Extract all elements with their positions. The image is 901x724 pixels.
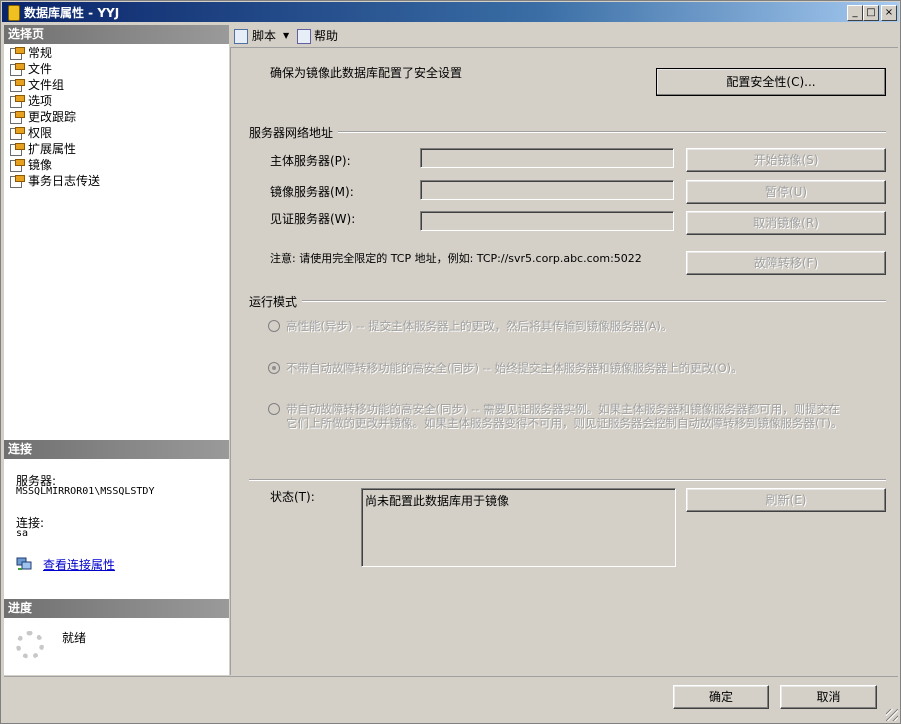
witness-server-field[interactable] bbox=[420, 211, 674, 231]
sidebar-item-general[interactable]: 常规 bbox=[4, 45, 229, 61]
property-page-icon bbox=[10, 159, 25, 172]
minimize-button[interactable]: _ bbox=[847, 5, 863, 21]
left-pane: 选择页 常规 文件 文件组 选项 更改跟踪 权限 扩展属性 镜像 事务日志传送 … bbox=[4, 25, 229, 675]
divider bbox=[338, 131, 886, 133]
mirroring-page: 确保为镜像此数据库配置了安全设置 配置安全性(C)... 服务器网络地址 主体服… bbox=[230, 48, 899, 675]
mode-high-safety-no-failover-label: 不带自动故障转移功能的高安全(同步) -- 始终提交主体服务器和镜像服务器上的更… bbox=[286, 361, 743, 375]
database-properties-dialog: 数据库属性 - YYJ _ □ × 选择页 常规 文件 文件组 选项 更改跟踪 … bbox=[0, 0, 901, 724]
configure-security-button[interactable]: 配置安全性(C)... bbox=[656, 68, 886, 96]
main-pane: 脚本 ▼ 帮助 确保为镜像此数据库配置了安全设置 配置安全性(C)... 服务器… bbox=[230, 25, 898, 675]
mode-high-safety-no-failover-radio[interactable] bbox=[268, 362, 280, 374]
mode-group-title: 运行模式 bbox=[249, 295, 298, 309]
remove-mirroring-button[interactable]: 取消镜像(R) bbox=[686, 211, 886, 235]
sidebar-item-log-shipping[interactable]: 事务日志传送 bbox=[4, 173, 229, 189]
sidebar-item-label: 事务日志传送 bbox=[28, 174, 101, 188]
sidebar-item-label: 选项 bbox=[28, 94, 53, 108]
connection-header: 连接 bbox=[4, 440, 229, 459]
status-box: 尚未配置此数据库用于镜像 bbox=[361, 488, 676, 567]
property-page-icon bbox=[10, 143, 25, 156]
progress-header: 进度 bbox=[4, 599, 229, 618]
title-bar[interactable]: 数据库属性 - YYJ _ □ × bbox=[2, 2, 899, 22]
property-page-icon bbox=[10, 175, 25, 188]
sidebar-item-files[interactable]: 文件 bbox=[4, 61, 229, 77]
mode-high-performance-radio[interactable] bbox=[268, 320, 280, 332]
server-value: MSSQLMIRROR01\MSSQLSTDY bbox=[16, 486, 155, 497]
mirror-label: 镜像服务器(M): bbox=[270, 185, 354, 199]
script-label: 脚本 bbox=[252, 29, 277, 43]
select-page-header: 选择页 bbox=[4, 25, 229, 44]
sidebar-item-label: 权限 bbox=[28, 126, 53, 140]
property-page-icon bbox=[10, 47, 25, 60]
sidebar-item-label: 文件组 bbox=[28, 78, 65, 92]
start-mirroring-button[interactable]: 开始镜像(S) bbox=[686, 148, 886, 172]
cancel-button[interactable]: 取消 bbox=[780, 685, 877, 709]
mirror-server-field[interactable] bbox=[420, 180, 674, 200]
witness-label: 见证服务器(W): bbox=[270, 212, 356, 226]
property-page-icon bbox=[10, 95, 25, 108]
ok-button[interactable]: 确定 bbox=[673, 685, 769, 709]
view-connection-properties-link[interactable]: 查看连接属性 bbox=[43, 556, 115, 573]
divider bbox=[302, 300, 886, 302]
mode-high-performance-label: 高性能(异步) -- 提交主体服务器上的更改，然后将其传输到镜像服务器(A)。 bbox=[286, 319, 673, 333]
script-button[interactable]: 脚本 ▼ bbox=[234, 28, 292, 44]
sidebar-item-label: 常规 bbox=[28, 46, 53, 60]
connection-properties-icon bbox=[16, 557, 32, 571]
help-label: 帮助 bbox=[314, 29, 339, 43]
toolbar: 脚本 ▼ 帮助 bbox=[230, 25, 898, 48]
sidebar-item-options[interactable]: 选项 bbox=[4, 93, 229, 109]
footer-divider bbox=[4, 676, 898, 677]
mode-high-safety-auto-failover-label-line2: 它们上所做的更改并镜像。如果主体服务器变得不可用，则见证服务器会控制自动故障转移… bbox=[286, 416, 843, 430]
divider bbox=[249, 479, 886, 481]
status-label: 状态(T): bbox=[270, 490, 315, 504]
property-page-icon bbox=[10, 79, 25, 92]
principal-server-field[interactable] bbox=[420, 148, 674, 168]
chevron-down-icon: ▼ bbox=[283, 31, 290, 40]
sidebar-item-label: 文件 bbox=[28, 62, 53, 76]
sidebar-item-filegroups[interactable]: 文件组 bbox=[4, 77, 229, 93]
property-page-icon bbox=[10, 111, 25, 124]
maximize-button[interactable]: □ bbox=[863, 5, 879, 21]
page-list: 常规 文件 文件组 选项 更改跟踪 权限 扩展属性 镜像 事务日志传送 bbox=[4, 45, 229, 189]
refresh-button[interactable]: 刷新(E) bbox=[686, 488, 886, 512]
database-icon bbox=[8, 5, 20, 21]
resize-grip-icon[interactable] bbox=[886, 709, 898, 721]
address-note: 注意: 请使用完全限定的 TCP 地址，例如: TCP://svr5.corp.… bbox=[270, 252, 642, 265]
sidebar-item-label: 更改跟踪 bbox=[28, 110, 77, 124]
help-button[interactable]: 帮助 bbox=[297, 28, 343, 44]
sidebar-item-extended-properties[interactable]: 扩展属性 bbox=[4, 141, 229, 157]
sidebar-item-change-tracking[interactable]: 更改跟踪 bbox=[4, 109, 229, 125]
sidebar-item-label: 镜像 bbox=[28, 158, 53, 172]
connection-value: sa bbox=[16, 528, 29, 539]
failover-button[interactable]: 故障转移(F) bbox=[686, 251, 886, 275]
pause-button[interactable]: 暂停(U) bbox=[686, 180, 886, 204]
sidebar-item-permissions[interactable]: 权限 bbox=[4, 125, 229, 141]
progress-spinner-icon bbox=[16, 631, 44, 659]
network-group-title: 服务器网络地址 bbox=[249, 126, 334, 140]
sidebar-item-mirroring[interactable]: 镜像 bbox=[4, 157, 229, 173]
mode-high-safety-auto-failover-radio[interactable] bbox=[268, 403, 280, 415]
progress-status: 就绪 bbox=[62, 631, 87, 645]
help-icon bbox=[297, 29, 311, 44]
sidebar-item-label: 扩展属性 bbox=[28, 142, 77, 156]
principal-label: 主体服务器(P): bbox=[270, 154, 351, 168]
security-note: 确保为镜像此数据库配置了安全设置 bbox=[270, 66, 463, 80]
window-title: 数据库属性 - YYJ bbox=[24, 6, 120, 20]
status-value: 尚未配置此数据库用于镜像 bbox=[365, 494, 510, 508]
script-icon bbox=[234, 29, 248, 44]
property-page-icon bbox=[10, 63, 25, 76]
property-page-icon bbox=[10, 127, 25, 140]
close-button[interactable]: × bbox=[881, 5, 897, 21]
